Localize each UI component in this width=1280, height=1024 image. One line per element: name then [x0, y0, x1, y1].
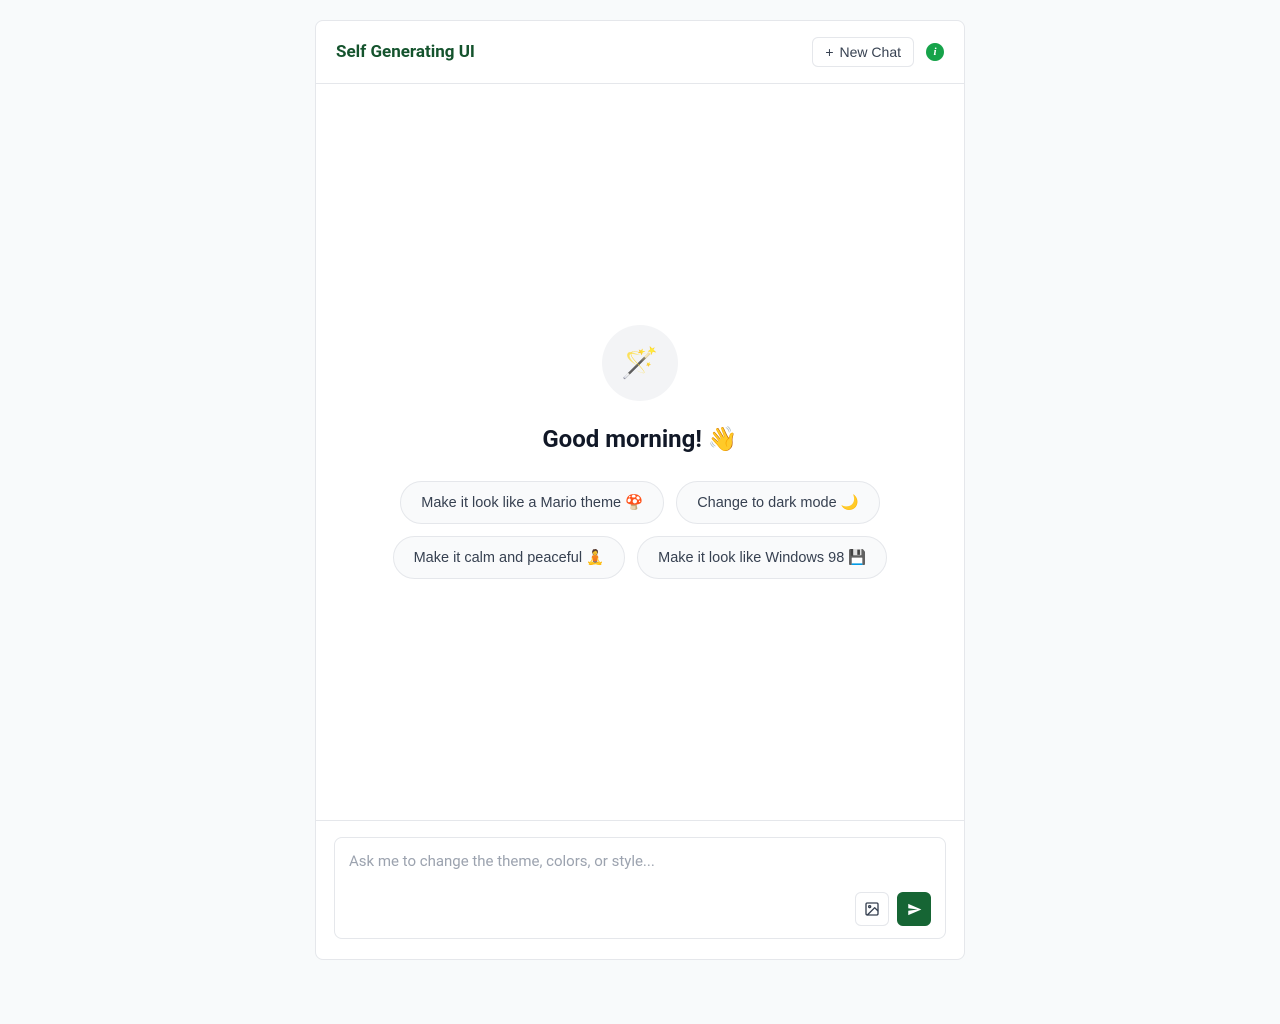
composer-actions [349, 892, 931, 926]
avatar-circle: 🪄 [602, 325, 678, 401]
composer-section [316, 820, 964, 959]
send-button[interactable] [897, 892, 931, 926]
suggestion-dark-mode[interactable]: Change to dark mode 🌙 [676, 481, 880, 524]
greeting-heading: Good morning! 👋 [542, 425, 737, 453]
new-chat-label: New Chat [840, 44, 901, 60]
wand-icon: 🪄 [621, 346, 658, 381]
plus-icon: + [825, 45, 833, 59]
prompt-input[interactable] [349, 852, 931, 870]
new-chat-button[interactable]: + New Chat [812, 37, 914, 67]
suggestion-windows-98[interactable]: Make it look like Windows 98 💾 [637, 536, 887, 579]
suggestion-calm-peaceful[interactable]: Make it calm and peaceful 🧘 [393, 536, 626, 579]
composer [334, 837, 946, 939]
send-icon [907, 902, 922, 917]
app-container: Self Generating UI + New Chat i 🪄 Good m… [315, 20, 965, 960]
attach-image-button[interactable] [855, 892, 889, 926]
info-icon[interactable]: i [926, 43, 944, 61]
header: Self Generating UI + New Chat i [316, 21, 964, 84]
app-title: Self Generating UI [336, 42, 475, 62]
header-actions: + New Chat i [812, 37, 944, 67]
suggestion-mario-theme[interactable]: Make it look like a Mario theme 🍄 [400, 481, 664, 524]
main-area: 🪄 Good morning! 👋 Make it look like a Ma… [316, 84, 964, 820]
suggestion-list: Make it look like a Mario theme 🍄 Change… [380, 481, 900, 579]
image-icon [864, 901, 880, 917]
